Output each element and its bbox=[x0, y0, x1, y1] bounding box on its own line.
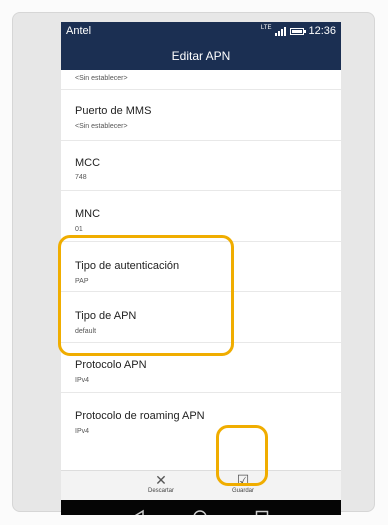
back-triangle-icon[interactable] bbox=[131, 509, 145, 515]
settings-item-value: <Sin establecer> bbox=[75, 75, 128, 82]
settings-item-mcc[interactable]: MCC 748 bbox=[61, 141, 341, 191]
home-circle-icon[interactable] bbox=[192, 509, 208, 515]
highlight-box-save bbox=[216, 425, 268, 486]
carrier-name: Antel bbox=[66, 25, 92, 37]
discard-label: Descartar bbox=[147, 488, 174, 494]
settings-item-label: Protocolo de roaming APN bbox=[75, 410, 205, 422]
settings-item-value: 01 bbox=[75, 226, 83, 233]
settings-item-apn-roaming-protocol[interactable]: Protocolo de roaming APN IPv4 bbox=[61, 393, 341, 470]
page-title-bar: Editar APN bbox=[61, 42, 341, 70]
settings-item-label: MNC bbox=[75, 208, 101, 220]
battery-icon bbox=[290, 27, 307, 35]
settings-item-mms-port[interactable]: Puerto de MMS <Sin establecer> bbox=[61, 90, 341, 141]
action-bar: ✕ Descartar ☑ Guardar bbox=[61, 470, 341, 501]
close-icon: ✕ bbox=[155, 472, 167, 488]
recents-square-icon[interactable] bbox=[254, 509, 270, 515]
status-icons: LTE 12:36 bbox=[261, 25, 336, 37]
save-label: Guardar bbox=[231, 488, 254, 494]
settings-item-label: Protocolo APN bbox=[75, 359, 147, 371]
settings-item-previous[interactable]: <Sin establecer> bbox=[61, 70, 341, 90]
settings-item-value: 748 bbox=[75, 174, 87, 181]
page-title: Editar APN bbox=[171, 49, 231, 63]
highlight-box-settings bbox=[58, 235, 234, 356]
clock: 12:36 bbox=[308, 25, 336, 37]
discard-button[interactable]: ✕ Descartar bbox=[131, 471, 191, 501]
settings-item-label: Puerto de MMS bbox=[75, 105, 152, 117]
settings-item-value: IPv4 bbox=[75, 428, 90, 435]
settings-item-value: <Sin establecer> bbox=[75, 123, 128, 130]
signal-icon bbox=[275, 26, 287, 36]
status-bar: Antel LTE 12:36 bbox=[61, 22, 341, 42]
network-type: LTE bbox=[260, 25, 272, 31]
system-nav-bar bbox=[61, 500, 341, 515]
settings-item-value: IPv4 bbox=[75, 377, 90, 384]
settings-item-label: MCC bbox=[75, 157, 101, 169]
